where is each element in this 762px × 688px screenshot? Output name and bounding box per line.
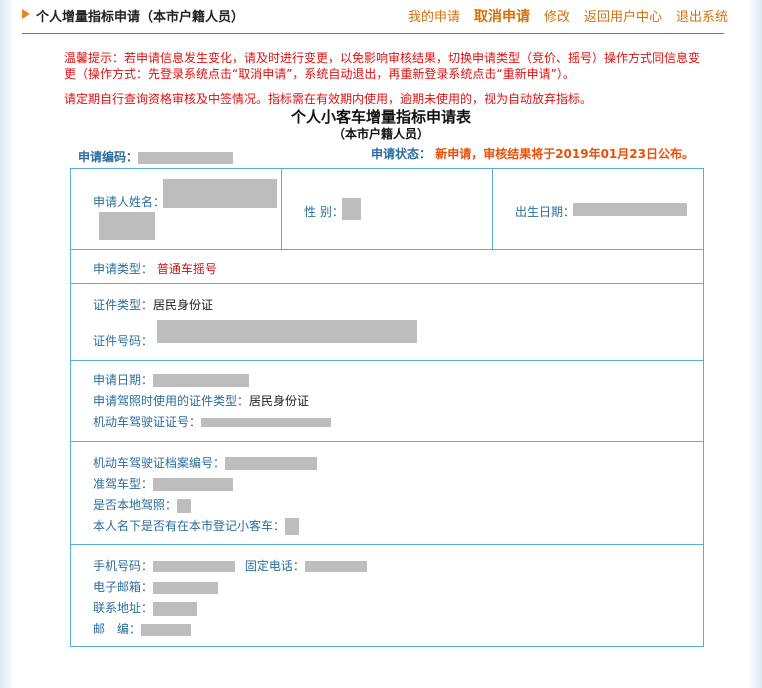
status-value: 新申请，审核结果将于2019年01月23日公布。 bbox=[435, 147, 694, 161]
has-car-label: 本人名下是否有在本市登记小客车： bbox=[93, 519, 286, 533]
license-id-type-value: 居民身份证 bbox=[249, 394, 310, 408]
form-title: 个人小客车增量指标申请表 bbox=[290, 108, 471, 126]
redacted-value bbox=[153, 601, 198, 616]
license-number-label: 机动车驾驶证证号： bbox=[93, 415, 202, 429]
license-file-label: 机动车驾驶证档案编号： bbox=[93, 456, 226, 470]
table-row-contact: 手机号码： 固定电话： 电子邮箱： 联系地址： 邮 编： bbox=[71, 545, 703, 646]
redacted-value bbox=[285, 518, 300, 535]
apply-type-label: 申请类型： bbox=[93, 262, 154, 276]
redacted-value bbox=[573, 203, 687, 216]
application-table: 申请人姓名： 性 别： 出生日期： 申请类型： 普通车摇号 证件类型：居民身份证… bbox=[70, 168, 704, 647]
gender-label: 性 别： bbox=[304, 205, 344, 219]
header-bar: 个人增量指标申请（本市户籍人员） 我的申请 取消申请 修改 返回用户中心 退出系… bbox=[22, 6, 728, 28]
redacted-value bbox=[342, 198, 361, 220]
cell-gender: 性 别： bbox=[282, 169, 493, 249]
nav-back-to-user-center[interactable]: 返回用户中心 bbox=[584, 6, 662, 26]
redacted-value bbox=[99, 212, 155, 240]
nav-edit[interactable]: 修改 bbox=[544, 6, 570, 26]
license-id-type-label: 申请驾照时使用的证件类型： bbox=[93, 394, 250, 408]
id-type-value: 居民身份证 bbox=[153, 298, 214, 312]
cell-name: 申请人姓名： bbox=[71, 169, 282, 249]
header-nav: 我的申请 取消申请 修改 返回用户中心 退出系统 bbox=[408, 6, 728, 26]
phone-label: 固定电话： bbox=[244, 559, 305, 573]
table-row-id: 证件类型：居民身份证 证件号码： bbox=[71, 284, 703, 361]
arrow-right-icon bbox=[22, 9, 30, 19]
notice-tip: 温馨提示：若申请信息发生变化，请及时进行变更，以免影响审核结果，切换申请类型（竞… bbox=[64, 51, 701, 81]
header-divider bbox=[22, 33, 724, 34]
redacted-value bbox=[153, 478, 234, 491]
redacted-value bbox=[157, 320, 417, 343]
name-label: 申请人姓名： bbox=[93, 195, 166, 209]
table-row-driver-file: 机动车驾驶证档案编号： 准驾车型： 是否本地驾照： 本人名下是否有在本市登记小客… bbox=[71, 442, 703, 545]
email-label: 电子邮箱： bbox=[93, 580, 154, 594]
id-number-label: 证件号码： bbox=[93, 334, 154, 348]
notice-reminder: 请定期自行查询资格审核及中签情况。指标需在有效期内使用，逾期未使用的，视为自动放… bbox=[64, 92, 593, 106]
table-row-license: 申请日期： 申请驾照时使用的证件类型：居民身份证 机动车驾驶证证号： bbox=[71, 361, 703, 442]
redacted-value bbox=[141, 623, 192, 636]
redacted-value bbox=[153, 561, 236, 572]
apply-type-value: 普通车摇号 bbox=[156, 262, 217, 276]
nav-cancel-application[interactable]: 取消申请 bbox=[474, 6, 530, 26]
address-label: 联系地址： bbox=[93, 601, 154, 615]
redacted-value bbox=[153, 581, 219, 594]
vehicle-class-label: 准驾车型： bbox=[93, 477, 154, 491]
application-number-label: 申请编码： bbox=[78, 150, 139, 164]
postcode-label: 邮 编： bbox=[93, 622, 142, 636]
id-type-label: 证件类型： bbox=[93, 298, 154, 312]
mobile-label: 手机号码： bbox=[93, 559, 154, 573]
redacted-value bbox=[304, 561, 367, 572]
redacted-value bbox=[153, 374, 250, 387]
redacted-value bbox=[201, 418, 332, 427]
redacted-value bbox=[138, 151, 234, 164]
redacted-value bbox=[163, 179, 277, 208]
local-license-label: 是否本地驾照： bbox=[93, 498, 178, 512]
nav-logout[interactable]: 退出系统 bbox=[676, 6, 728, 26]
table-row-apply-type: 申请类型： 普通车摇号 bbox=[71, 250, 703, 284]
apply-date-label: 申请日期： bbox=[93, 373, 154, 387]
table-row-personal: 申请人姓名： 性 别： 出生日期： bbox=[71, 169, 703, 250]
status-label: 申请状态： bbox=[370, 147, 431, 161]
page-title: 个人增量指标申请（本市户籍人员） bbox=[36, 10, 245, 25]
form-subtitle: （本市户籍人员） bbox=[332, 127, 429, 141]
redacted-value bbox=[177, 498, 192, 513]
application-status: 申请状态： 新申请，审核结果将于2019年01月23日公布。 bbox=[371, 145, 694, 162]
application-number: 申请编码： bbox=[78, 148, 234, 165]
redacted-value bbox=[225, 457, 318, 470]
cell-birth-date: 出生日期： bbox=[493, 169, 703, 249]
nav-my-application[interactable]: 我的申请 bbox=[408, 6, 460, 26]
birth-date-label: 出生日期： bbox=[515, 205, 576, 219]
